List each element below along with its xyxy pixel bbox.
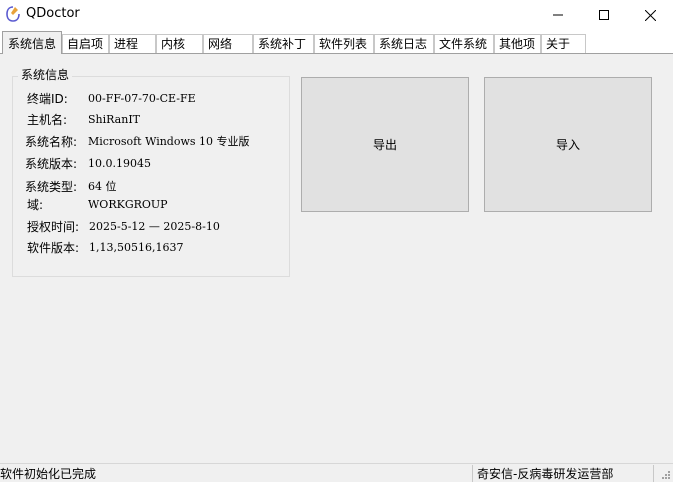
maximize-icon — [599, 10, 609, 20]
os-name-value: Microsoft Windows 10 专业版 — [88, 135, 250, 148]
os-name-label: 系统名称: — [25, 135, 78, 149]
title-bar[interactable]: QDoctor — [0, 0, 673, 30]
tab-kernel[interactable]: 内核 — [156, 34, 203, 53]
export-button[interactable]: 导出 — [301, 77, 469, 212]
app-window: QDoctor 系统信息 自启项 进程 内核 网络 系统补丁 软件列表 系统日志… — [0, 0, 673, 482]
tab-network[interactable]: 网络 — [203, 34, 253, 53]
import-button[interactable]: 导入 — [484, 77, 652, 212]
tab-other[interactable]: 其他项 — [494, 34, 541, 53]
os-version-value: 10.0.19045 — [88, 157, 151, 170]
software-version-value: 1,13,50516,1637 — [89, 241, 184, 254]
domain-value: WORKGROUP — [88, 198, 168, 211]
tab-system-info[interactable]: 系统信息 — [2, 31, 62, 54]
close-button[interactable] — [627, 0, 673, 30]
terminal-id-label: 终端ID: — [27, 92, 68, 106]
system-info-group-title: 系统信息 — [18, 68, 73, 83]
minimize-icon — [553, 14, 563, 16]
tab-startup[interactable]: 自启项 — [62, 34, 109, 53]
status-separator — [653, 465, 654, 482]
resize-grip-icon[interactable] — [659, 468, 671, 480]
terminal-id-value: 00-FF-07-70-CE-FE — [88, 92, 196, 105]
tab-system-patches[interactable]: 系统补丁 — [253, 34, 314, 53]
os-type-value: 64 位 — [88, 180, 117, 193]
tab-about[interactable]: 关于 — [541, 34, 586, 53]
window-title: QDoctor — [26, 6, 80, 21]
tab-system-log[interactable]: 系统日志 — [374, 34, 434, 53]
hostname-label: 主机名: — [27, 113, 68, 127]
maximize-button[interactable] — [581, 0, 627, 30]
domain-label: 域: — [27, 198, 44, 212]
app-logo-icon — [6, 6, 20, 22]
software-version-label: 软件版本: — [27, 241, 80, 255]
status-bar: 软件初始化已完成 奇安信-反病毒研发运营部 — [0, 463, 673, 482]
close-icon — [644, 9, 656, 21]
status-separator — [472, 465, 473, 482]
license-period-value: 2025-5-12 — 2025-8-10 — [89, 220, 220, 233]
tab-strip-divider — [0, 53, 673, 54]
status-message: 软件初始化已完成 — [0, 467, 97, 481]
tab-software-list[interactable]: 软件列表 — [314, 34, 374, 53]
tab-process[interactable]: 进程 — [109, 34, 156, 53]
os-type-label: 系统类型: — [25, 180, 78, 194]
tab-file-system[interactable]: 文件系统 — [434, 34, 494, 53]
os-version-label: 系统版本: — [25, 157, 78, 171]
minimize-button[interactable] — [535, 0, 581, 30]
status-vendor: 奇安信-反病毒研发运营部 — [477, 467, 614, 481]
license-period-label: 授权时间: — [27, 220, 80, 234]
hostname-value: ShiRanIT — [88, 113, 140, 126]
